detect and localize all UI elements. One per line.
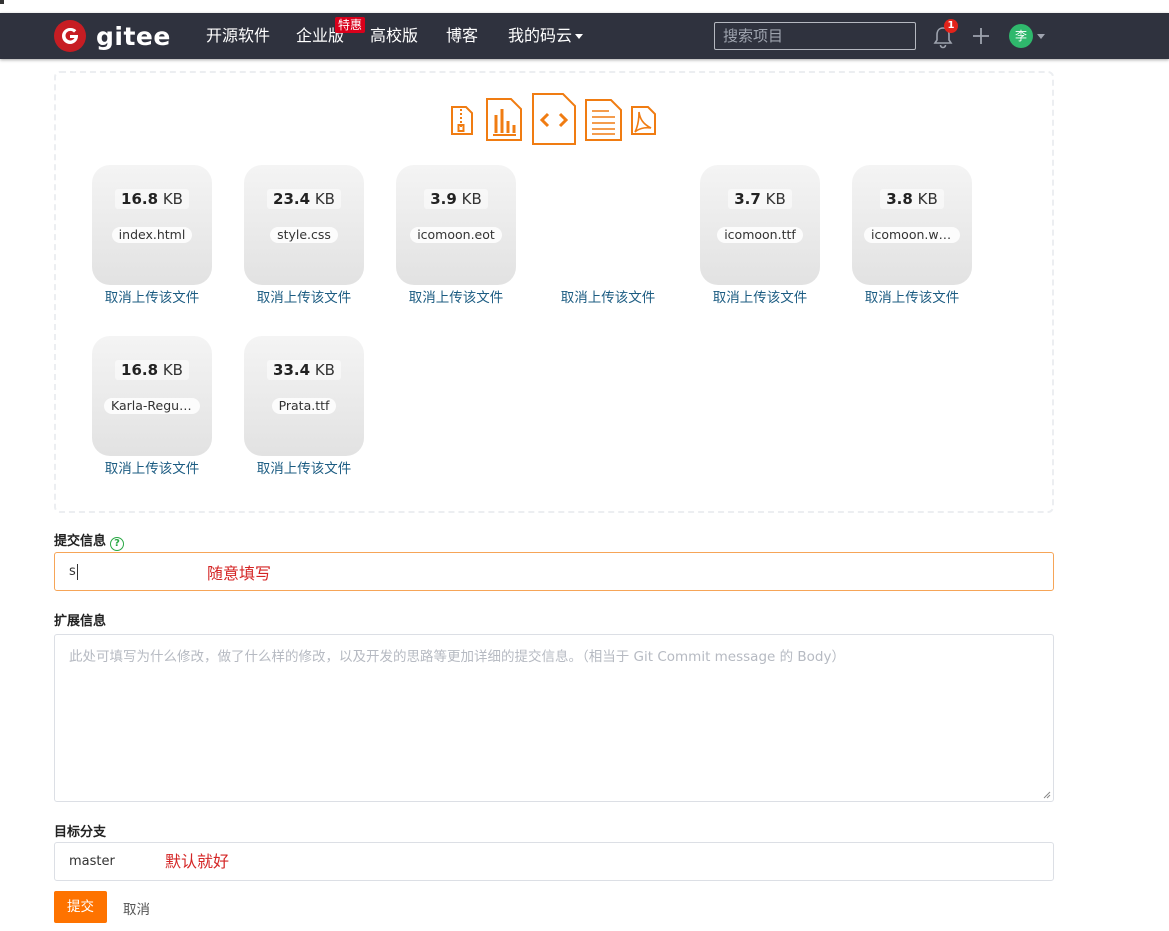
file-size: 3.9 KB (424, 189, 488, 209)
nav-my-gitee-label: 我的码云 (508, 26, 573, 45)
file-size-unit: KB (314, 190, 335, 208)
cancel-upload-link[interactable]: 取消上传该文件 (386, 286, 526, 306)
commit-message-label-text: 提交信息 (54, 534, 107, 549)
brand-name: gitee (96, 21, 171, 51)
file-card: 3.7 KB icomoon.ttf (700, 165, 820, 285)
nav-enterprise-badge: 特惠 (335, 17, 366, 33)
file-size: 16.8 KB (115, 360, 189, 380)
resize-handle-icon[interactable] (1043, 791, 1051, 799)
notification-count-badge: 1 (944, 19, 958, 33)
file-size: 3.8 KB (880, 189, 944, 209)
branch-annotation: 默认就好 (165, 852, 230, 871)
extended-info-placeholder: 此处可填写为什么修改，做了什么样的修改，以及开发的思路等更加详细的提交信息。（相… (69, 649, 845, 665)
navbar: gitee 开源软件 企业版 特惠 高校版 博客 我的码云 1 李 (0, 13, 1169, 59)
extended-info-textarea[interactable]: 此处可填写为什么修改，做了什么样的修改，以及开发的思路等更加详细的提交信息。（相… (54, 634, 1054, 802)
file-card: 23.4 KB style.css (244, 165, 364, 285)
nav-open-source[interactable]: 开源软件 (206, 26, 270, 46)
file-size-value: 3.7 (734, 190, 761, 208)
cancel-upload-link[interactable]: 取消上传该文件 (538, 286, 678, 306)
file-size-value: 3.9 (430, 190, 457, 208)
avatar[interactable]: 李 (1009, 24, 1033, 48)
cancel-button[interactable]: 取消 (123, 898, 150, 918)
corner-mark (0, 0, 4, 4)
cancel-upload-link[interactable]: 取消上传该文件 (82, 286, 222, 306)
search-input[interactable] (714, 22, 916, 50)
file-card: 3.9 KB icomoon.eot (396, 165, 516, 285)
extended-info-label: 扩展信息 (54, 614, 107, 629)
file-size-value: 16.8 (121, 190, 159, 208)
file-name: index.html (111, 227, 193, 243)
file-size-value: 23.4 (273, 190, 311, 208)
nav-my-gitee[interactable]: 我的码云 (508, 26, 584, 46)
commit-message-input[interactable]: s (54, 552, 1054, 591)
file-size: 23.4 KB (267, 189, 341, 209)
file-size: 33.4 KB (267, 360, 341, 380)
text-file-icon (585, 99, 622, 141)
file-size: 16.8 KB (115, 189, 189, 209)
submit-button[interactable]: 提交 (54, 891, 107, 923)
file-name: style.css (270, 227, 338, 243)
help-icon[interactable]: ? (110, 537, 125, 551)
file-size-unit: KB (917, 190, 938, 208)
file-size-unit: KB (765, 190, 786, 208)
file-type-icons (451, 93, 656, 145)
commit-message-label: 提交信息? (54, 530, 125, 551)
file-name: icomoon.eot (410, 227, 502, 243)
cancel-upload-link[interactable]: 取消上传该文件 (842, 286, 982, 306)
file-card: 16.8 KB index.html (92, 165, 212, 285)
file-card: 16.8 KB Karla-Regular... (92, 336, 212, 456)
file-size-unit: KB (162, 361, 183, 379)
cancel-upload-link[interactable]: 取消上传该文件 (234, 457, 374, 477)
file-size-unit: KB (162, 190, 183, 208)
target-branch-value: master (69, 854, 115, 869)
code-file-icon (532, 93, 576, 145)
file-size-value: 16.8 (121, 361, 159, 379)
avatar-chevron-down-icon[interactable] (1037, 34, 1045, 39)
file-name: Karla-Regular... (104, 398, 200, 414)
commit-annotation: 随意填写 (207, 564, 272, 583)
file-name: icomoon.woff (864, 227, 960, 243)
nav-blog[interactable]: 博客 (446, 26, 478, 46)
file-size-unit: KB (461, 190, 482, 208)
cancel-upload-link[interactable]: 取消上传该文件 (234, 286, 374, 306)
gitee-logo[interactable]: gitee (54, 20, 171, 52)
file-card: 33.4 KB Prata.ttf (244, 336, 364, 456)
file-name: Prata.ttf (271, 398, 337, 414)
target-branch-label: 目标分支 (54, 825, 107, 840)
file-size-value: 33.4 (273, 361, 311, 379)
commit-message-value: s (69, 564, 76, 579)
file-name: icomoon.ttf (717, 227, 803, 243)
file-size-value: 3.8 (886, 190, 913, 208)
file-size: 3.7 KB (728, 189, 792, 209)
file-size-unit: KB (314, 361, 335, 379)
file-card: 3.8 KB icomoon.woff (852, 165, 972, 285)
nav-education[interactable]: 高校版 (370, 26, 418, 46)
gitee-logo-icon (54, 20, 86, 52)
window-top-strip (0, 0, 1169, 13)
plus-icon[interactable] (970, 25, 992, 47)
pdf-file-icon (631, 106, 656, 135)
chart-file-icon (486, 98, 522, 141)
cancel-upload-link[interactable]: 取消上传该文件 (82, 457, 222, 477)
chevron-down-icon (575, 34, 584, 39)
text-cursor (76, 563, 78, 580)
cancel-upload-link[interactable]: 取消上传该文件 (690, 286, 830, 306)
zip-file-icon (451, 106, 473, 135)
